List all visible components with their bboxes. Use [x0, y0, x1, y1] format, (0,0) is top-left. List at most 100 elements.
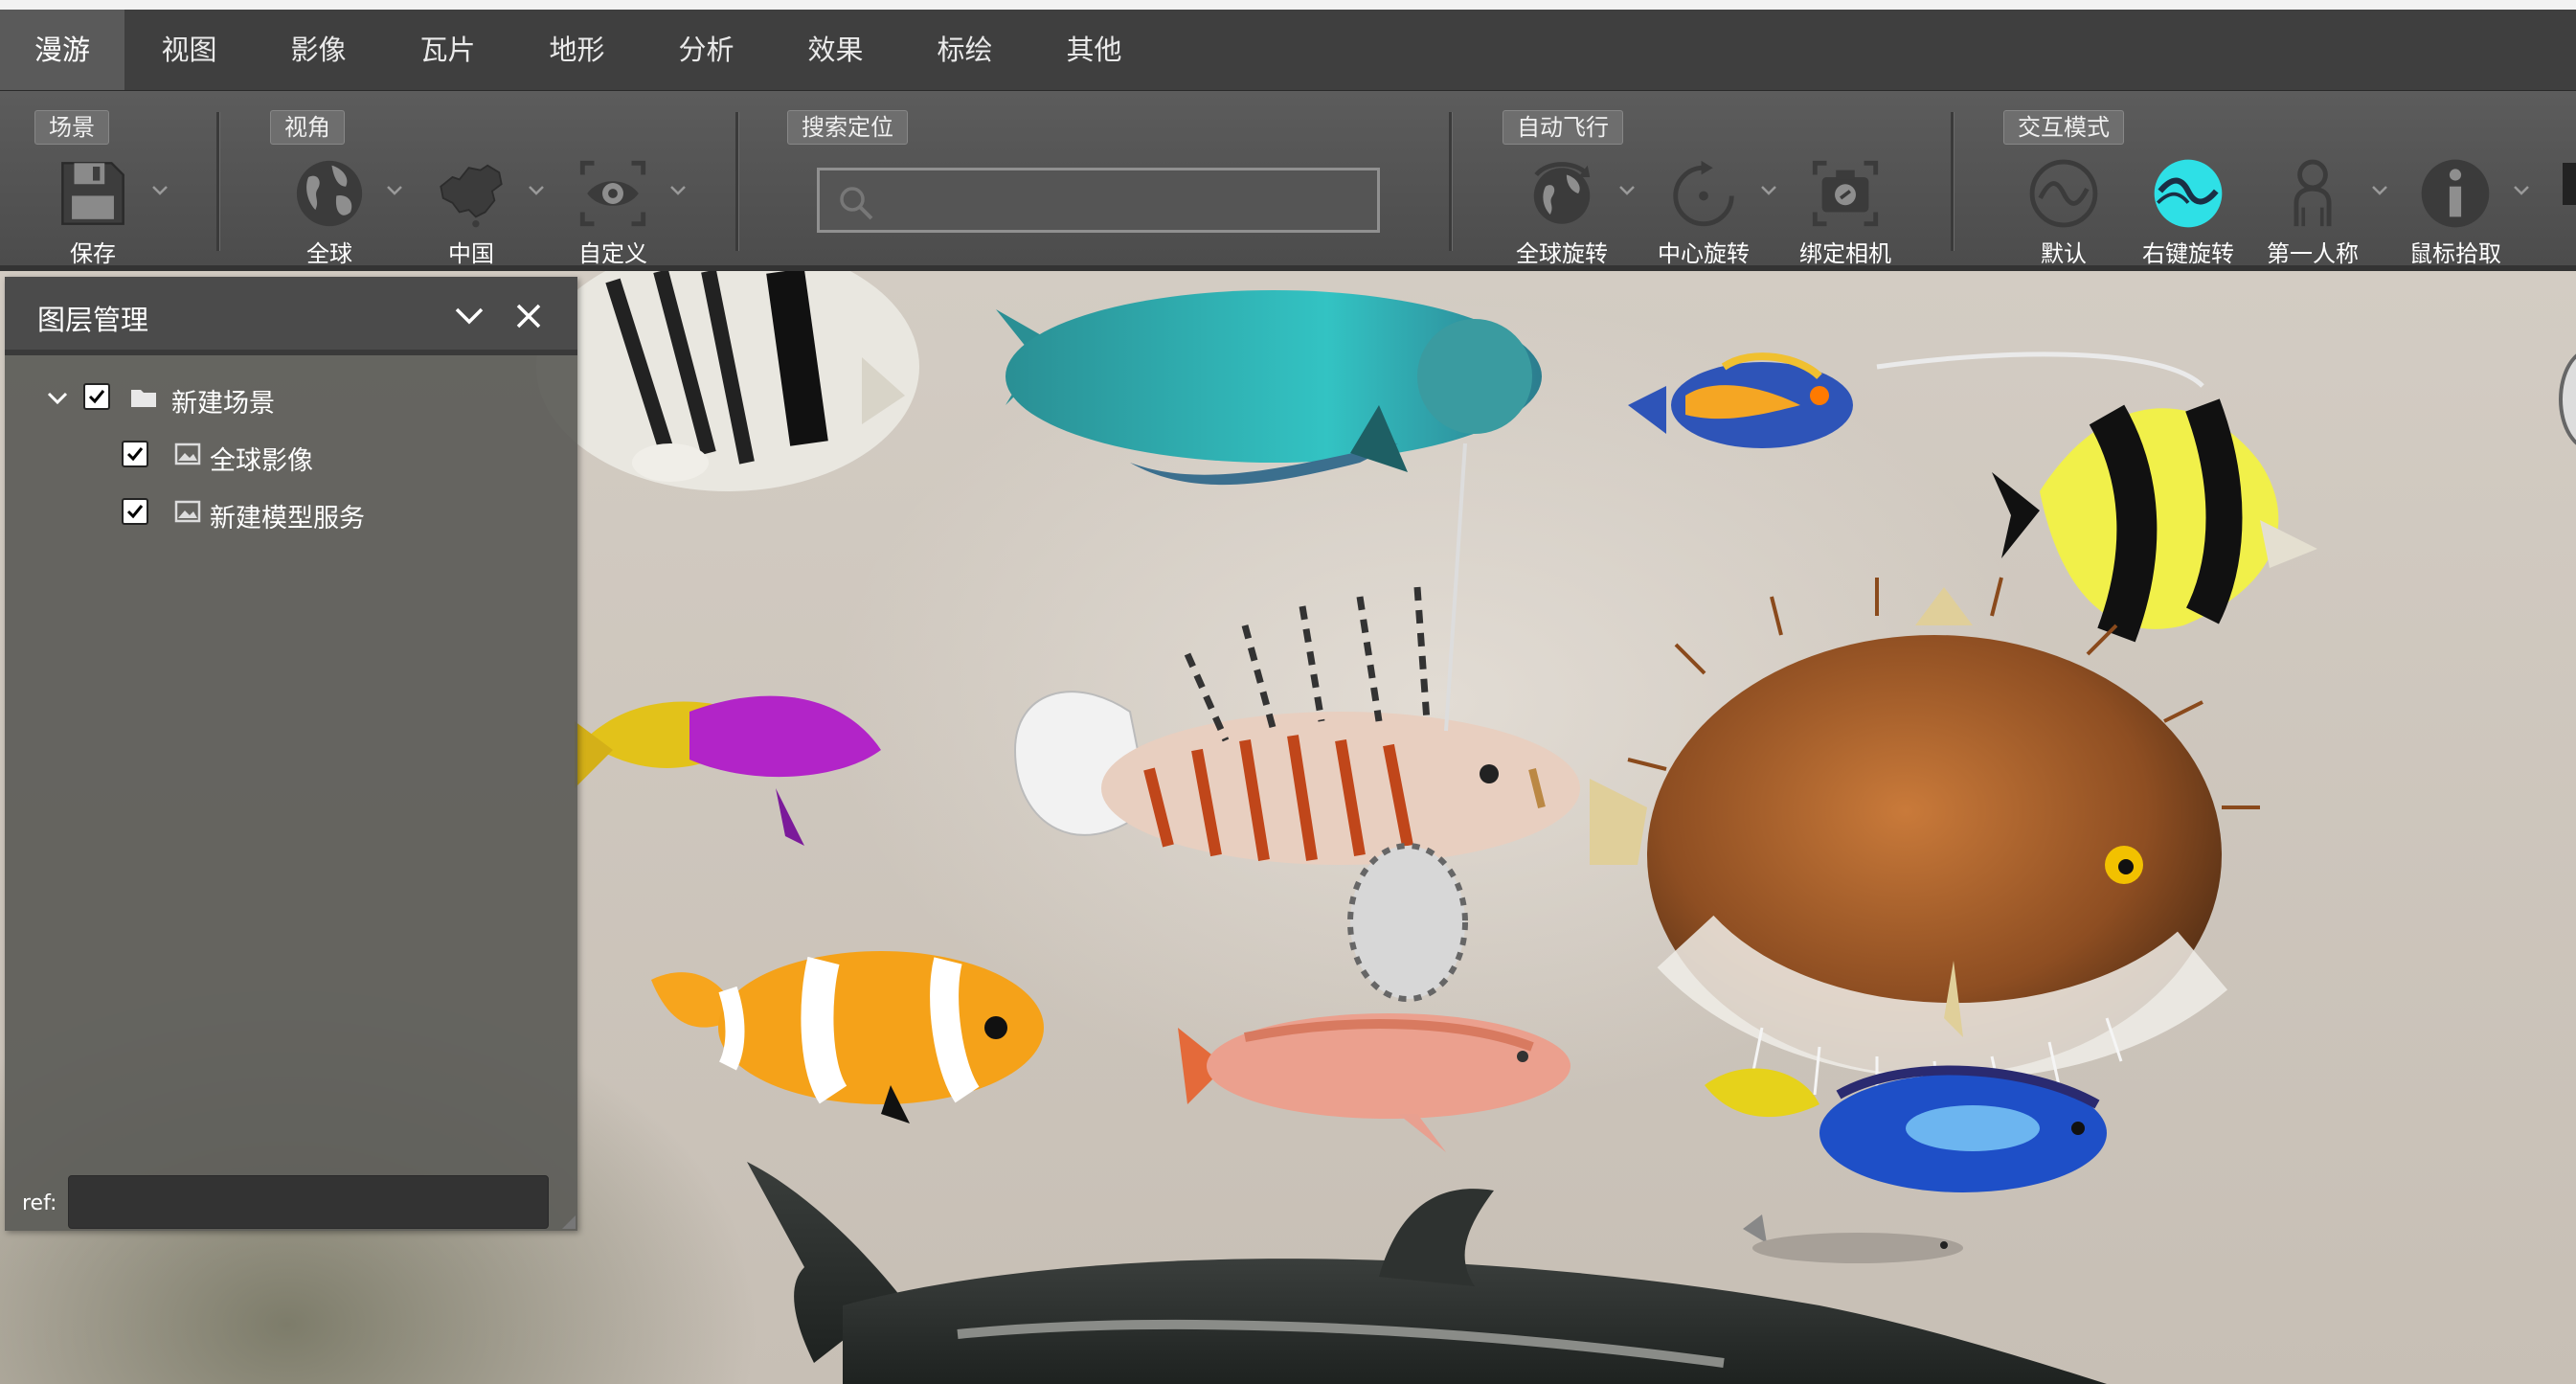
- first-person-label: 第一人称: [2267, 240, 2359, 267]
- view-china-label: 中国: [448, 240, 494, 267]
- layer-tree-item-global-imagery[interactable]: 全球影像: [83, 434, 543, 478]
- lionfish-model: [1013, 442, 1580, 1002]
- default-mode-label: 默认: [2041, 240, 2087, 267]
- hogfish-model: [1178, 1013, 1570, 1152]
- ribbon-overflow-edge: [2563, 163, 2576, 205]
- chevron-down-icon: [529, 186, 544, 195]
- image-layer-icon: [174, 500, 201, 523]
- close-panel-button[interactable]: [510, 298, 547, 334]
- folder-icon: [131, 390, 156, 407]
- checkmark-icon: [126, 505, 144, 519]
- bind-camera-label: 绑定相机: [1799, 240, 1891, 267]
- search-icon: [840, 187, 873, 220]
- wave-icon: [2029, 159, 2098, 228]
- tab-imagery[interactable]: 影像: [254, 10, 383, 90]
- ref-label: ref:: [22, 1191, 57, 1215]
- save-label: 保存: [70, 240, 116, 267]
- mouse-pick-label: 鼠标拾取: [2409, 240, 2501, 267]
- image-layer-icon: [174, 442, 201, 465]
- mouse-pick-dropdown-caret[interactable]: [2511, 179, 2532, 200]
- layer-label: 新建模型服务: [210, 504, 365, 533]
- collapse-panel-button[interactable]: [451, 298, 487, 334]
- group-divider: [1449, 112, 1453, 251]
- right-rotate-icon: [2154, 159, 2223, 228]
- globe-icon: [296, 160, 363, 227]
- view-china-dropdown-caret[interactable]: [526, 179, 547, 200]
- tab-tiles[interactable]: 瓦片: [383, 10, 512, 90]
- parrotfish-model: [996, 290, 1542, 486]
- layer-tree-item-scene[interactable]: 新建场景: [45, 376, 543, 420]
- window-top-strip: [0, 0, 2576, 10]
- save-icon: [61, 162, 124, 225]
- tab-analysis[interactable]: 分析: [642, 10, 771, 90]
- global-rotate-dropdown-caret[interactable]: [1616, 179, 1638, 200]
- ref-input[interactable]: [68, 1175, 549, 1229]
- center-rotate-button[interactable]: 中心旋转: [1637, 156, 1771, 267]
- default-mode-button[interactable]: 默认: [1997, 156, 2131, 267]
- view-china-button[interactable]: 中国: [404, 156, 538, 267]
- view-global-label: 全球: [306, 240, 352, 267]
- clownfish-model: [651, 951, 1044, 1123]
- bind-camera-button[interactable]: 绑定相机: [1778, 156, 1912, 267]
- layer-label: 全球影像: [210, 446, 313, 476]
- center-rotate-label: 中心旋转: [1658, 240, 1750, 267]
- royal-gramma-model: [575, 695, 881, 846]
- layer-manager-panel: 图层管理 新建场景 全球影像 新建模型服务 ref:: [5, 277, 577, 1231]
- mouse-pick-button[interactable]: 鼠标拾取: [2388, 156, 2522, 267]
- info-icon: [2421, 159, 2490, 228]
- china-map-icon: [440, 164, 503, 228]
- save-dropdown-caret[interactable]: [149, 179, 170, 200]
- view-custom-button[interactable]: 自定义: [546, 156, 680, 267]
- first-person-dropdown-caret[interactable]: [2369, 179, 2390, 200]
- group-divider: [216, 112, 220, 251]
- chevron-down-icon: [2372, 186, 2387, 195]
- pufferfish-model: [1590, 577, 2260, 1110]
- mandarinfish-model: [1628, 352, 1853, 448]
- center-rotate-icon: [1673, 160, 1734, 227]
- right-rotate-label: 右键旋转: [2142, 240, 2234, 267]
- view-custom-dropdown-caret[interactable]: [667, 179, 689, 200]
- group-divider: [1951, 112, 1955, 251]
- save-button[interactable]: 保存: [26, 156, 160, 267]
- eye-icon: [579, 160, 646, 227]
- layer-checkbox[interactable]: [122, 498, 148, 525]
- right-rotate-button[interactable]: 右键旋转: [2121, 156, 2255, 267]
- center-rotate-dropdown-caret[interactable]: [1758, 179, 1779, 200]
- layer-checkbox[interactable]: [83, 383, 110, 410]
- group-divider: [735, 112, 739, 251]
- group-label-interaction: 交互模式: [2003, 110, 2124, 145]
- tab-plotting[interactable]: 标绘: [900, 10, 1029, 90]
- chevron-down-icon: [1619, 186, 1635, 195]
- view-global-dropdown-caret[interactable]: [384, 179, 405, 200]
- tab-view[interactable]: 视图: [124, 10, 254, 90]
- app-window: 漫游 视图 影像 瓦片 地形 分析 效果 标绘 其他 场景 保存 视角 全球 中…: [0, 0, 2576, 1384]
- person-icon: [2294, 159, 2332, 227]
- ribbon-toolbar: 场景 保存 视角 全球 中国 自定义 搜索定位 自动飞行 全球旋转 中心旋转 绑…: [0, 91, 2576, 271]
- view-custom-label: 自定义: [578, 240, 647, 267]
- chevron-down-icon: [47, 392, 68, 405]
- layer-tree-item-model-service[interactable]: 新建模型服务: [83, 491, 543, 535]
- chevron-down-icon: [387, 186, 402, 195]
- view-global-button[interactable]: 全球: [262, 156, 396, 267]
- blue-tang-model: [1705, 1065, 2107, 1192]
- expand-toggle[interactable]: [45, 386, 70, 411]
- tab-terrain[interactable]: 地形: [512, 10, 642, 90]
- global-rotate-button[interactable]: 全球旋转: [1495, 156, 1629, 267]
- tab-other[interactable]: 其他: [1029, 10, 1159, 90]
- tab-effects[interactable]: 效果: [771, 10, 900, 90]
- chevron-down-icon: [670, 186, 686, 195]
- globe-rotate-icon: [1533, 162, 1591, 224]
- resize-grip-icon[interactable]: [562, 1215, 576, 1229]
- butterflyfish-model: [536, 271, 919, 491]
- first-person-button[interactable]: 第一人称: [2246, 156, 2380, 267]
- group-label-search: 搜索定位: [787, 110, 908, 145]
- chevron-down-icon: [152, 186, 168, 195]
- layer-checkbox[interactable]: [122, 441, 148, 467]
- group-label-view: 视角: [270, 110, 345, 145]
- search-box[interactable]: [817, 168, 1380, 233]
- tab-roam[interactable]: 漫游: [0, 10, 124, 90]
- group-label-scene: 场景: [34, 110, 109, 145]
- checkmark-icon: [88, 390, 105, 404]
- search-input[interactable]: [887, 176, 1369, 226]
- menu-bar: 漫游 视图 影像 瓦片 地形 分析 效果 标绘 其他: [0, 10, 2576, 91]
